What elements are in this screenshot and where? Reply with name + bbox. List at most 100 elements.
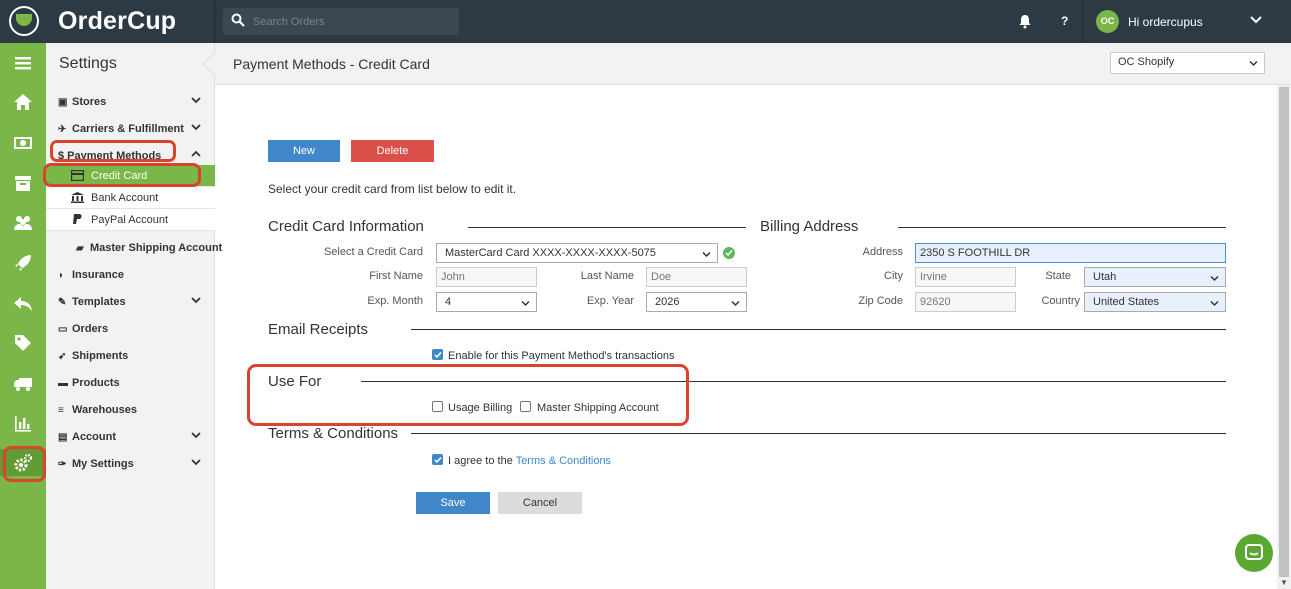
sidebar-item-my-settings[interactable]: ✑ My Settings: [46, 451, 215, 478]
shield-icon: ◗: [58, 270, 65, 281]
chat-icon: [1245, 544, 1263, 560]
exp-year-label: Exp. Year: [586, 295, 634, 307]
sidebar-item-label: My Settings: [72, 458, 134, 470]
sidebar-item-insurance[interactable]: ◗ Insurance: [46, 262, 215, 289]
settings-sidebar: Settings ▣ Stores ✈ Carriers & Fulfillme…: [46, 43, 222, 589]
icon-rail: [0, 43, 46, 589]
user-greeting[interactable]: Hi ordercupus: [1128, 15, 1203, 29]
chevron-down-icon: [191, 297, 201, 304]
bell-icon[interactable]: [1018, 14, 1032, 29]
email-receipts-rule: [411, 329, 1226, 330]
chevron-down-icon: [702, 251, 711, 258]
database-icon: ≡: [58, 405, 64, 416]
email-receipts-checkbox[interactable]: [432, 349, 443, 360]
store-select[interactable]: OC Shopify: [1110, 52, 1265, 74]
chevron-down-icon: [521, 300, 530, 307]
users-icon[interactable]: [0, 209, 46, 236]
highlight-credit-card: [43, 163, 201, 187]
chevron-down-icon: [731, 300, 740, 307]
highlight-use-for: [247, 364, 689, 426]
terms-link[interactable]: Terms & Conditions: [516, 455, 611, 467]
sidebar-item-label: Shipments: [72, 350, 129, 362]
cancel-button[interactable]: Cancel: [498, 492, 582, 514]
city-label: City: [884, 270, 903, 282]
country-select[interactable]: United States: [1084, 292, 1226, 312]
sidebar-item-label: Warehouses: [72, 404, 138, 416]
store-select-value: OC Shopify: [1118, 56, 1175, 68]
money-icon[interactable]: [0, 129, 46, 156]
briefcase-icon: ▤: [58, 432, 68, 443]
sidebar-item-label: Templates: [72, 296, 126, 308]
chevron-down-icon: [1249, 60, 1258, 67]
truck-icon[interactable]: [0, 369, 46, 396]
intro-text: Select your credit card from list below …: [268, 182, 517, 196]
truck-icon: ▰: [76, 243, 84, 254]
city-field[interactable]: Irvine: [915, 267, 1016, 287]
ordercup-logo-icon: [9, 6, 39, 36]
credit-card-select[interactable]: MasterCard Card XXXX-XXXX-XXXX-5075: [436, 243, 718, 263]
sidebar-item-warehouses[interactable]: ≡ Warehouses: [46, 397, 215, 424]
exp-month-select[interactable]: 4: [436, 292, 537, 312]
app-name: OrderCup: [58, 7, 177, 35]
sidebar-item-carriers[interactable]: ✈ Carriers & Fulfillment: [46, 116, 215, 143]
state-label: State: [1045, 270, 1071, 282]
address-field[interactable]: 2350 S FOOTHILL DR: [915, 243, 1226, 263]
sidebar-subitem-bank-account[interactable]: Bank Account: [46, 187, 215, 209]
new-button[interactable]: New: [268, 140, 340, 162]
chart-icon[interactable]: [0, 409, 46, 436]
sidebar-subitem-paypal-account[interactable]: PayPal Account: [46, 209, 215, 231]
terms-checkbox[interactable]: [432, 454, 443, 465]
chat-widget-button[interactable]: [1235, 534, 1273, 572]
help-icon[interactable]: ?: [1061, 14, 1068, 28]
menu-icon[interactable]: [0, 49, 46, 76]
sidebar-item-products[interactable]: ▬ Products: [46, 370, 215, 397]
address-label: Address: [862, 246, 903, 258]
avatar[interactable]: OC: [1096, 10, 1119, 33]
sidebar-item-label: Products: [72, 377, 120, 389]
edit-icon: ✎: [58, 297, 67, 308]
exp-month-value: 4: [445, 296, 452, 308]
money-icon: ▭: [58, 324, 68, 335]
plane-icon: ✈: [58, 124, 67, 135]
chevron-down-icon: [191, 124, 201, 131]
archive-icon[interactable]: [0, 169, 46, 196]
save-button[interactable]: Save: [416, 492, 490, 514]
chevron-down-icon: [191, 432, 201, 439]
state-select[interactable]: Utah: [1084, 267, 1226, 287]
rocket-icon[interactable]: [0, 249, 46, 276]
last-name-label: Last Name: [580, 270, 634, 282]
reply-icon[interactable]: [0, 289, 46, 316]
exp-year-select[interactable]: 2026: [646, 292, 747, 312]
terms-prefix: I agree to the: [448, 455, 513, 467]
sidebar-item-shipments[interactable]: ➶ Shipments: [46, 343, 215, 370]
email-receipts-title: Email Receipts: [268, 321, 369, 338]
delete-button[interactable]: Delete: [351, 140, 434, 162]
tag-icon[interactable]: [0, 329, 46, 356]
search-input[interactable]: [253, 12, 453, 32]
terms-rule: [411, 433, 1226, 434]
last-name-field[interactable]: Doe: [646, 267, 747, 287]
zip-field[interactable]: 92620: [915, 292, 1016, 312]
sidebar-item-stores[interactable]: ▣ Stores: [46, 89, 215, 116]
billing-section-rule: [898, 227, 1226, 228]
home-icon[interactable]: [0, 88, 46, 115]
sidebar-item-label: Account: [72, 431, 116, 443]
highlight-payment-methods: [50, 140, 176, 162]
sidebar-item-account[interactable]: ▤ Account: [46, 424, 215, 451]
chevron-down-icon[interactable]: [1250, 15, 1262, 25]
sidebar-item-templates[interactable]: ✎ Templates: [46, 289, 215, 316]
scroll-down-arrow-icon[interactable]: ▼: [1280, 578, 1288, 587]
sidebar-item-orders[interactable]: ▭ Orders: [46, 316, 215, 343]
billing-section-title: Billing Address: [760, 218, 859, 235]
sidebar-item-master-shipping[interactable]: ▰ Master Shipping Account: [46, 235, 222, 262]
sidebar-item-label: Orders: [72, 323, 109, 335]
scrollbar-thumb[interactable]: [1279, 87, 1289, 577]
wrench-icon: ✑: [58, 459, 67, 470]
rocket-icon: ➶: [58, 351, 67, 362]
terms-label: I agree to the Terms & Conditions: [448, 455, 611, 467]
valid-check-icon: [723, 247, 735, 259]
gift-icon: ▣: [58, 97, 68, 108]
first-name-field[interactable]: John: [436, 267, 537, 287]
logo-area[interactable]: OrderCup: [0, 0, 215, 43]
country-label: Country: [1041, 295, 1080, 307]
